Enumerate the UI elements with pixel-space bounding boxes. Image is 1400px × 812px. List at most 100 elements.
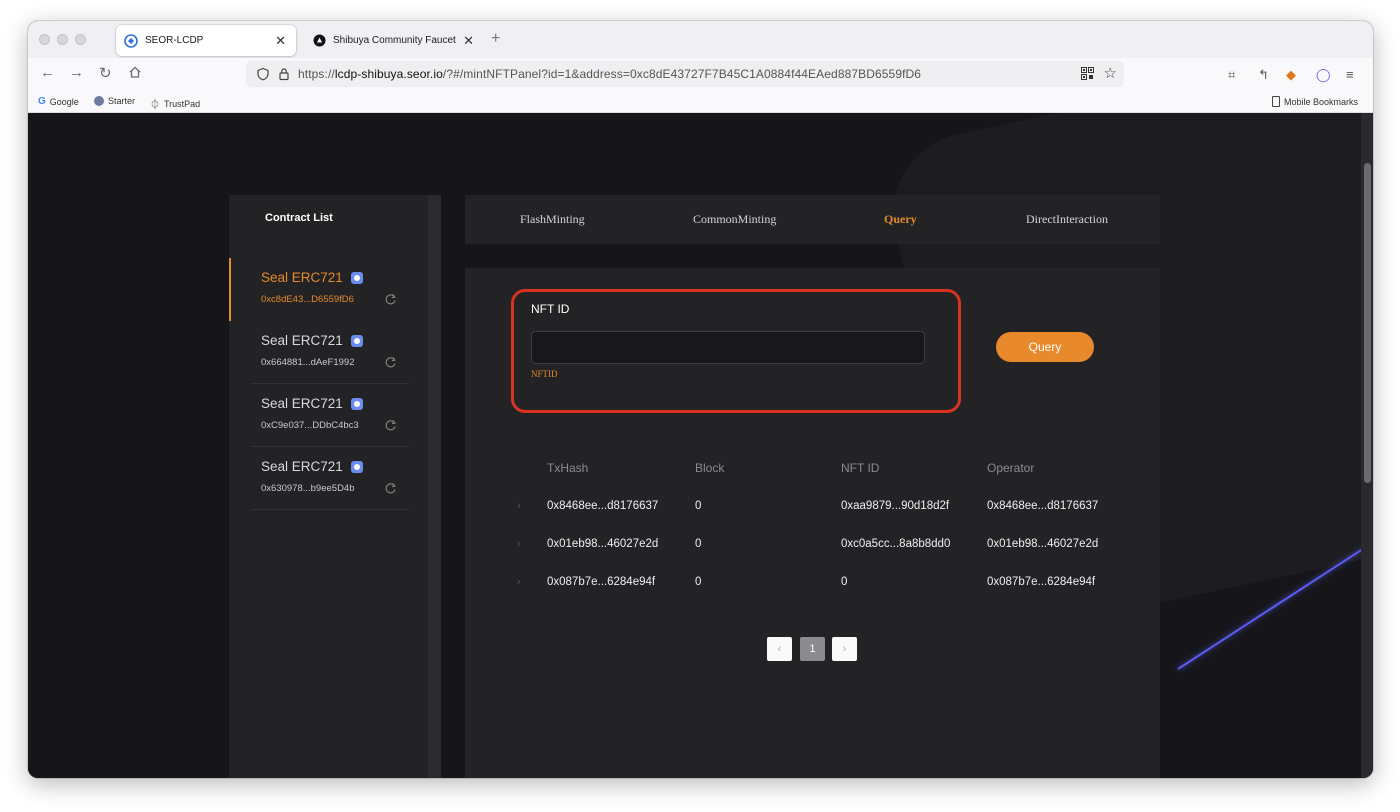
tab-query[interactable]: Query [884, 212, 917, 227]
mint-tabs: FlashMinting CommonMinting Query DirectI… [465, 195, 1160, 244]
table-row[interactable]: › 0x8468ee...d8176637 0 0xaa9879...90d18… [465, 500, 1160, 520]
pagination-page-1[interactable]: 1 [800, 637, 825, 661]
nft-id-label: NFT ID [531, 302, 570, 316]
google-icon: G [38, 96, 46, 107]
refresh-icon[interactable] [384, 419, 397, 432]
browser-tab-title: Shibuya Community Faucet [333, 35, 456, 46]
minimize-window-button[interactable] [57, 34, 68, 45]
seor-favicon-icon [124, 33, 138, 48]
refresh-icon[interactable] [384, 482, 397, 495]
expand-row-icon[interactable]: › [517, 500, 521, 512]
page-content: Contract List Seal ERC721 0xc8dE43...D65… [28, 113, 1373, 778]
cell-block: 0 [695, 576, 702, 588]
page-scrollbar[interactable] [1361, 113, 1373, 778]
address-bar[interactable]: https://lcdp-shibuya.seor.io/?#/mintNFTP… [246, 61, 1124, 87]
tab-commonminting[interactable]: CommonMinting [693, 212, 776, 227]
contract-name: Seal ERC721 [261, 270, 343, 285]
refresh-icon[interactable] [384, 356, 397, 369]
close-tab-icon[interactable]: ✕ [463, 33, 474, 49]
contract-item[interactable]: Seal ERC721 0x664881...dAeF1992 [229, 321, 409, 384]
tab-bar: SEOR-LCDP ✕ Shibuya Community Faucet ✕ + [28, 21, 1373, 58]
reload-icon[interactable]: ↻ [99, 64, 112, 82]
query-button[interactable]: Query [996, 332, 1094, 362]
contract-list-sidebar: Contract List Seal ERC721 0xc8dE43...D65… [229, 195, 441, 778]
sidebar-edge [428, 195, 441, 778]
cell-block: 0 [695, 538, 702, 550]
expand-row-icon[interactable]: › [517, 538, 521, 550]
cell-nft-id: 0 [841, 576, 848, 588]
bookmark-label: Starter [108, 96, 136, 106]
back-icon[interactable]: ← [40, 64, 55, 81]
column-header-nft-id: NFT ID [841, 461, 880, 475]
divider [251, 509, 409, 510]
contract-item[interactable]: Seal ERC721 0xc8dE43...D6559fD6 [229, 258, 409, 321]
column-header-txhash: TxHash [547, 461, 589, 475]
table-row[interactable]: › 0x01eb98...46027e2d 0 0xc0a5cc...8a8b8… [465, 538, 1160, 558]
cell-txhash: 0x01eb98...46027e2d [547, 538, 659, 550]
navigation-bar: ← → ↻ https://lcdp-shibuya.seor.io/?#/mi… [28, 58, 1373, 93]
cell-operator: 0x087b7e...6284e94f [987, 576, 1096, 588]
contract-name: Seal ERC721 [261, 333, 343, 348]
contract-name: Seal ERC721 [261, 459, 343, 474]
tracking-shield-icon[interactable] [256, 67, 270, 81]
bookmark-google[interactable]: G Google [38, 96, 79, 107]
cell-nft-id: 0xc0a5cc...8a8b8dd0 [841, 538, 951, 550]
cell-txhash: 0x8468ee...d8176637 [547, 500, 659, 512]
nft-id-input[interactable] [531, 331, 925, 364]
browser-tab-seor[interactable]: SEOR-LCDP ✕ [116, 25, 296, 56]
pagination-next-button[interactable]: › [832, 637, 857, 661]
faucet-favicon-icon [312, 34, 326, 48]
screenshot-icon[interactable]: ⌗ [1228, 67, 1235, 83]
expand-row-icon[interactable]: › [517, 576, 521, 588]
home-icon[interactable] [128, 65, 142, 83]
contract-name: Seal ERC721 [261, 396, 343, 411]
cell-block: 0 [695, 500, 702, 512]
contract-name-row: Seal ERC721 [261, 333, 363, 348]
close-tab-icon[interactable]: ✕ [275, 33, 286, 49]
lock-icon[interactable] [278, 67, 290, 81]
url-scheme: https:// [298, 67, 335, 81]
scrollbar-thumb[interactable] [1364, 163, 1371, 483]
browser-window: SEOR-LCDP ✕ Shibuya Community Faucet ✕ +… [28, 21, 1373, 778]
maximize-window-button[interactable] [75, 34, 86, 45]
qr-code-icon[interactable] [1081, 67, 1094, 80]
pagination-prev-button[interactable]: ‹ [767, 637, 792, 661]
tab-directinteraction[interactable]: DirectInteraction [1026, 212, 1108, 227]
contract-address: 0x630978...b9ee5D4b [261, 483, 355, 494]
contract-name-row: Seal ERC721 [261, 396, 363, 411]
bookmark-star-icon[interactable]: ☆ [1104, 64, 1117, 82]
browser-tab-title: SEOR-LCDP [145, 35, 204, 46]
contract-item[interactable]: Seal ERC721 0xC9e037...DDbC4bc3 [229, 384, 409, 447]
trustpad-icon: ⏀ [150, 100, 160, 111]
active-indicator [229, 258, 231, 321]
bookmark-starter[interactable]: Starter [94, 96, 135, 106]
contract-name-row: Seal ERC721 [261, 270, 363, 285]
browser-tab-faucet[interactable]: Shibuya Community Faucet ✕ [304, 25, 484, 56]
contract-item[interactable]: Seal ERC721 0x630978...b9ee5D4b [229, 447, 409, 510]
contract-badge-icon [350, 334, 363, 347]
column-header-operator: Operator [987, 461, 1035, 475]
cell-nft-id: 0xaa9879...90d18d2f [841, 500, 950, 512]
close-window-button[interactable] [39, 34, 50, 45]
extension-ring-icon[interactable]: ◯ [1316, 67, 1331, 83]
tab-flashminting[interactable]: FlashMinting [520, 212, 585, 227]
contract-list-title: Contract List [265, 212, 333, 224]
refresh-icon[interactable] [384, 293, 397, 306]
menu-hamburger-icon[interactable]: ≡ [1346, 67, 1354, 82]
contract-address: 0x664881...dAeF1992 [261, 357, 355, 368]
share-icon[interactable]: ↰ [1258, 67, 1269, 83]
nft-id-hint: NFTID [531, 369, 558, 379]
contract-address: 0xC9e037...DDbC4bc3 [261, 420, 359, 431]
starter-icon [94, 96, 104, 106]
contract-badge-icon [350, 397, 363, 410]
contract-badge-icon [350, 271, 363, 284]
new-tab-icon[interactable]: + [491, 30, 500, 48]
bookmark-trustpad[interactable]: ⏀ TrustPad [150, 96, 200, 112]
metamask-fox-icon[interactable]: ◆ [1286, 67, 1296, 83]
url-host: lcdp-shibuya.seor.io [334, 67, 443, 81]
mobile-bookmarks-label: Mobile Bookmarks [1284, 96, 1359, 107]
forward-icon[interactable]: → [69, 64, 84, 81]
contract-address: 0xc8dE43...D6559fD6 [261, 294, 354, 305]
mobile-bookmarks[interactable]: Mobile Bookmarks [1272, 96, 1358, 107]
table-row[interactable]: › 0x087b7e...6284e94f 0 0 0x087b7e...628… [465, 576, 1160, 596]
